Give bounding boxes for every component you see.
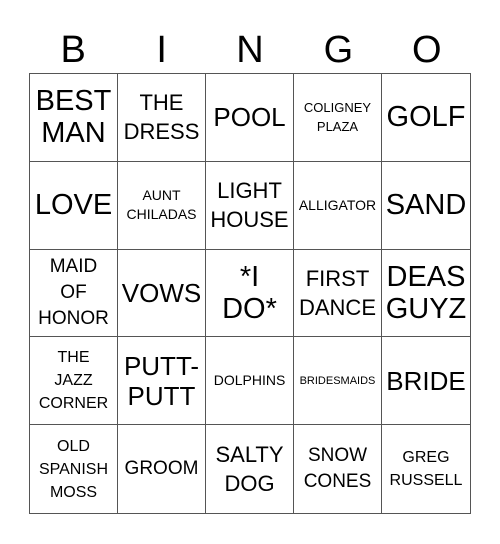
bingo-cell[interactable]: FIRST DANCE: [294, 249, 382, 338]
bingo-cell[interactable]: SNOW CONES: [294, 425, 382, 513]
header-letter-g: G: [323, 29, 354, 71]
bingo-cell[interactable]: THE JAZZ CORNER: [30, 337, 118, 426]
bingo-cell[interactable]: THE DRESS: [118, 74, 206, 162]
bingo-cell[interactable]: GREG RUSSELL: [382, 425, 470, 513]
bingo-cell[interactable]: AUNT CHILADAS: [118, 161, 206, 250]
bingo-cell[interactable]: VOWS: [118, 249, 206, 338]
bingo-cell[interactable]: BRIDESMAIDS: [294, 337, 382, 426]
bingo-cell[interactable]: DEAS GUYZ: [382, 250, 470, 338]
header-letter-i: I: [156, 29, 167, 71]
bingo-grid: BEST MAN THE DRESS POOL COLIGNEY PLAZA G…: [29, 73, 471, 514]
bingo-cell[interactable]: SAND: [382, 162, 470, 250]
bingo-cell[interactable]: DOLPHINS: [206, 337, 294, 426]
bingo-cell[interactable]: LIGHT HOUSE: [206, 161, 294, 250]
bingo-cell[interactable]: GROOM: [118, 425, 206, 513]
bingo-cell[interactable]: LOVE: [30, 161, 118, 250]
header-letter-o: O: [412, 29, 442, 71]
bingo-cell[interactable]: OLD SPANISH MOSS: [30, 425, 118, 513]
bingo-cell[interactable]: POOL: [206, 74, 294, 162]
bingo-cell[interactable]: BEST MAN: [30, 74, 118, 162]
free-space-cell[interactable]: *I DO*: [206, 249, 294, 338]
bingo-cell[interactable]: SALTY DOG: [206, 425, 294, 513]
bingo-cell[interactable]: COLIGNEY PLAZA: [294, 74, 382, 162]
bingo-cell[interactable]: GOLF: [382, 74, 470, 162]
bingo-cell[interactable]: MAID OF HONOR: [30, 249, 118, 338]
bingo-header: B I N G O: [29, 28, 471, 72]
header-letter-n: N: [236, 29, 264, 71]
bingo-cell[interactable]: PUTT- PUTT: [118, 337, 206, 426]
header-letter-b: B: [60, 29, 86, 71]
bingo-cell[interactable]: ALLIGATOR: [294, 161, 382, 250]
bingo-cell[interactable]: BRIDE: [382, 337, 470, 426]
